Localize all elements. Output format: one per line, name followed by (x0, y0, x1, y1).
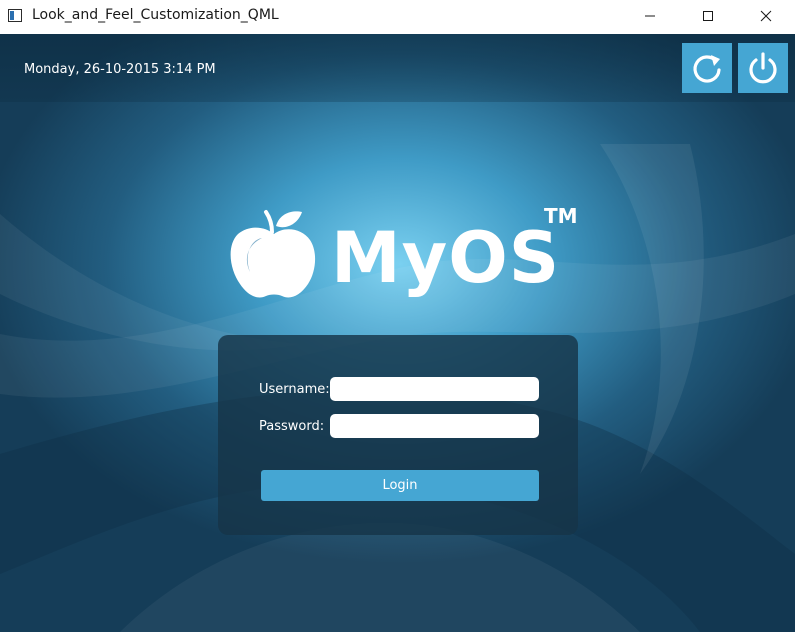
password-input[interactable] (330, 414, 539, 438)
myos-logo: MyOS TM (228, 204, 588, 304)
apple-icon (230, 210, 316, 298)
minimize-button[interactable] (621, 0, 679, 34)
restart-icon (693, 55, 721, 83)
power-button[interactable] (738, 43, 788, 93)
username-input[interactable] (330, 377, 539, 401)
background-swoosh (0, 144, 795, 632)
close-button[interactable] (737, 0, 795, 34)
trademark-symbol: TM (544, 204, 578, 228)
title-bar[interactable]: Look_and_Feel_Customization_QML (0, 0, 795, 34)
power-icon (749, 52, 777, 84)
login-panel: Username: Password: Login (218, 335, 578, 535)
username-label: Username: (259, 382, 330, 397)
datetime-label: Monday, 26-10-2015 3:14 PM (24, 62, 216, 77)
app-window: Look_and_Feel_Customization_QML Monday, … (0, 0, 795, 632)
maximize-icon (703, 11, 713, 21)
maximize-button[interactable] (679, 0, 737, 34)
login-button[interactable]: Login (261, 470, 539, 501)
password-label: Password: (259, 419, 325, 434)
logo-text: MyOS (331, 217, 561, 299)
minimize-icon (645, 15, 655, 17)
app-icon (8, 9, 22, 22)
login-screen: Monday, 26-10-2015 3:14 PM MyOS TM Usern… (0, 34, 795, 632)
restart-button[interactable] (682, 43, 732, 93)
window-title: Look_and_Feel_Customization_QML (32, 7, 279, 23)
close-icon (760, 10, 772, 22)
